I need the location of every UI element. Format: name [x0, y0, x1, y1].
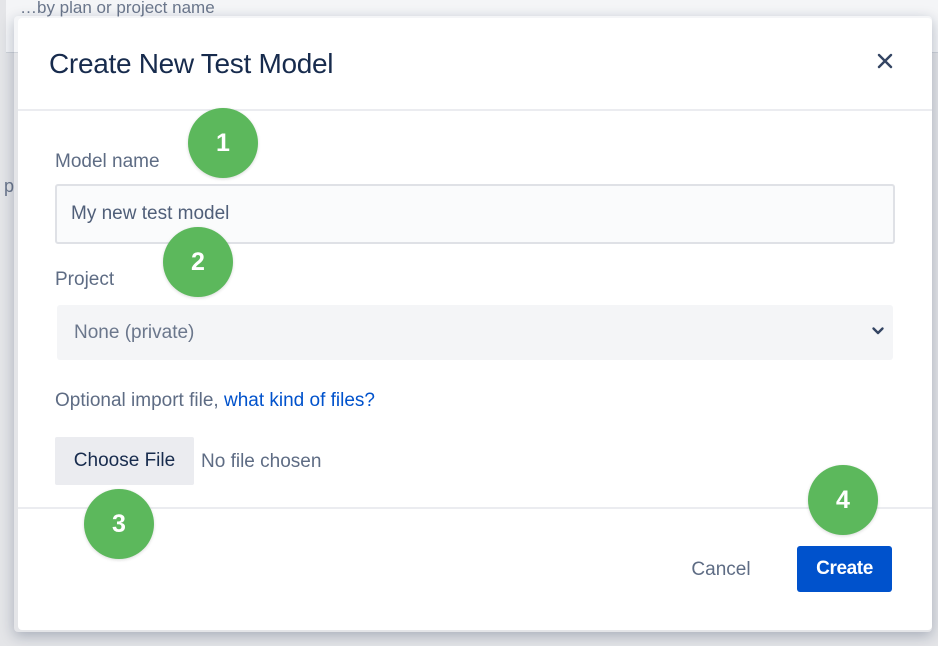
close-button[interactable] [870, 46, 900, 76]
background-text-fragment: p [4, 176, 15, 196]
create-test-model-dialog: Create New Test Model Model name Project… [18, 18, 932, 630]
footer-divider [18, 507, 932, 509]
choose-file-button[interactable]: Choose File [55, 437, 194, 485]
header-divider [18, 109, 932, 111]
step-marker-3: 3 [84, 489, 154, 559]
step-marker-2: 2 [163, 227, 233, 297]
step-marker-4: 4 [808, 465, 878, 535]
model-name-label: Model name [55, 151, 160, 172]
import-file-hint: Optional import file, what kind of files… [55, 390, 375, 412]
project-select-value: None (private) [74, 322, 195, 343]
close-icon [877, 53, 893, 69]
create-button[interactable]: Create [797, 546, 892, 592]
chevron-down-icon [872, 327, 884, 335]
dialog-title: Create New Test Model [49, 48, 334, 79]
project-select[interactable]: None (private) [57, 305, 893, 360]
cancel-button[interactable]: Cancel [678, 548, 764, 592]
project-label: Project [55, 269, 115, 290]
import-file-hint-text: Optional import file, [55, 390, 224, 411]
file-types-link[interactable]: what kind of files? [224, 390, 375, 411]
file-status-text: No file chosen [201, 451, 322, 472]
step-marker-1: 1 [188, 108, 258, 178]
